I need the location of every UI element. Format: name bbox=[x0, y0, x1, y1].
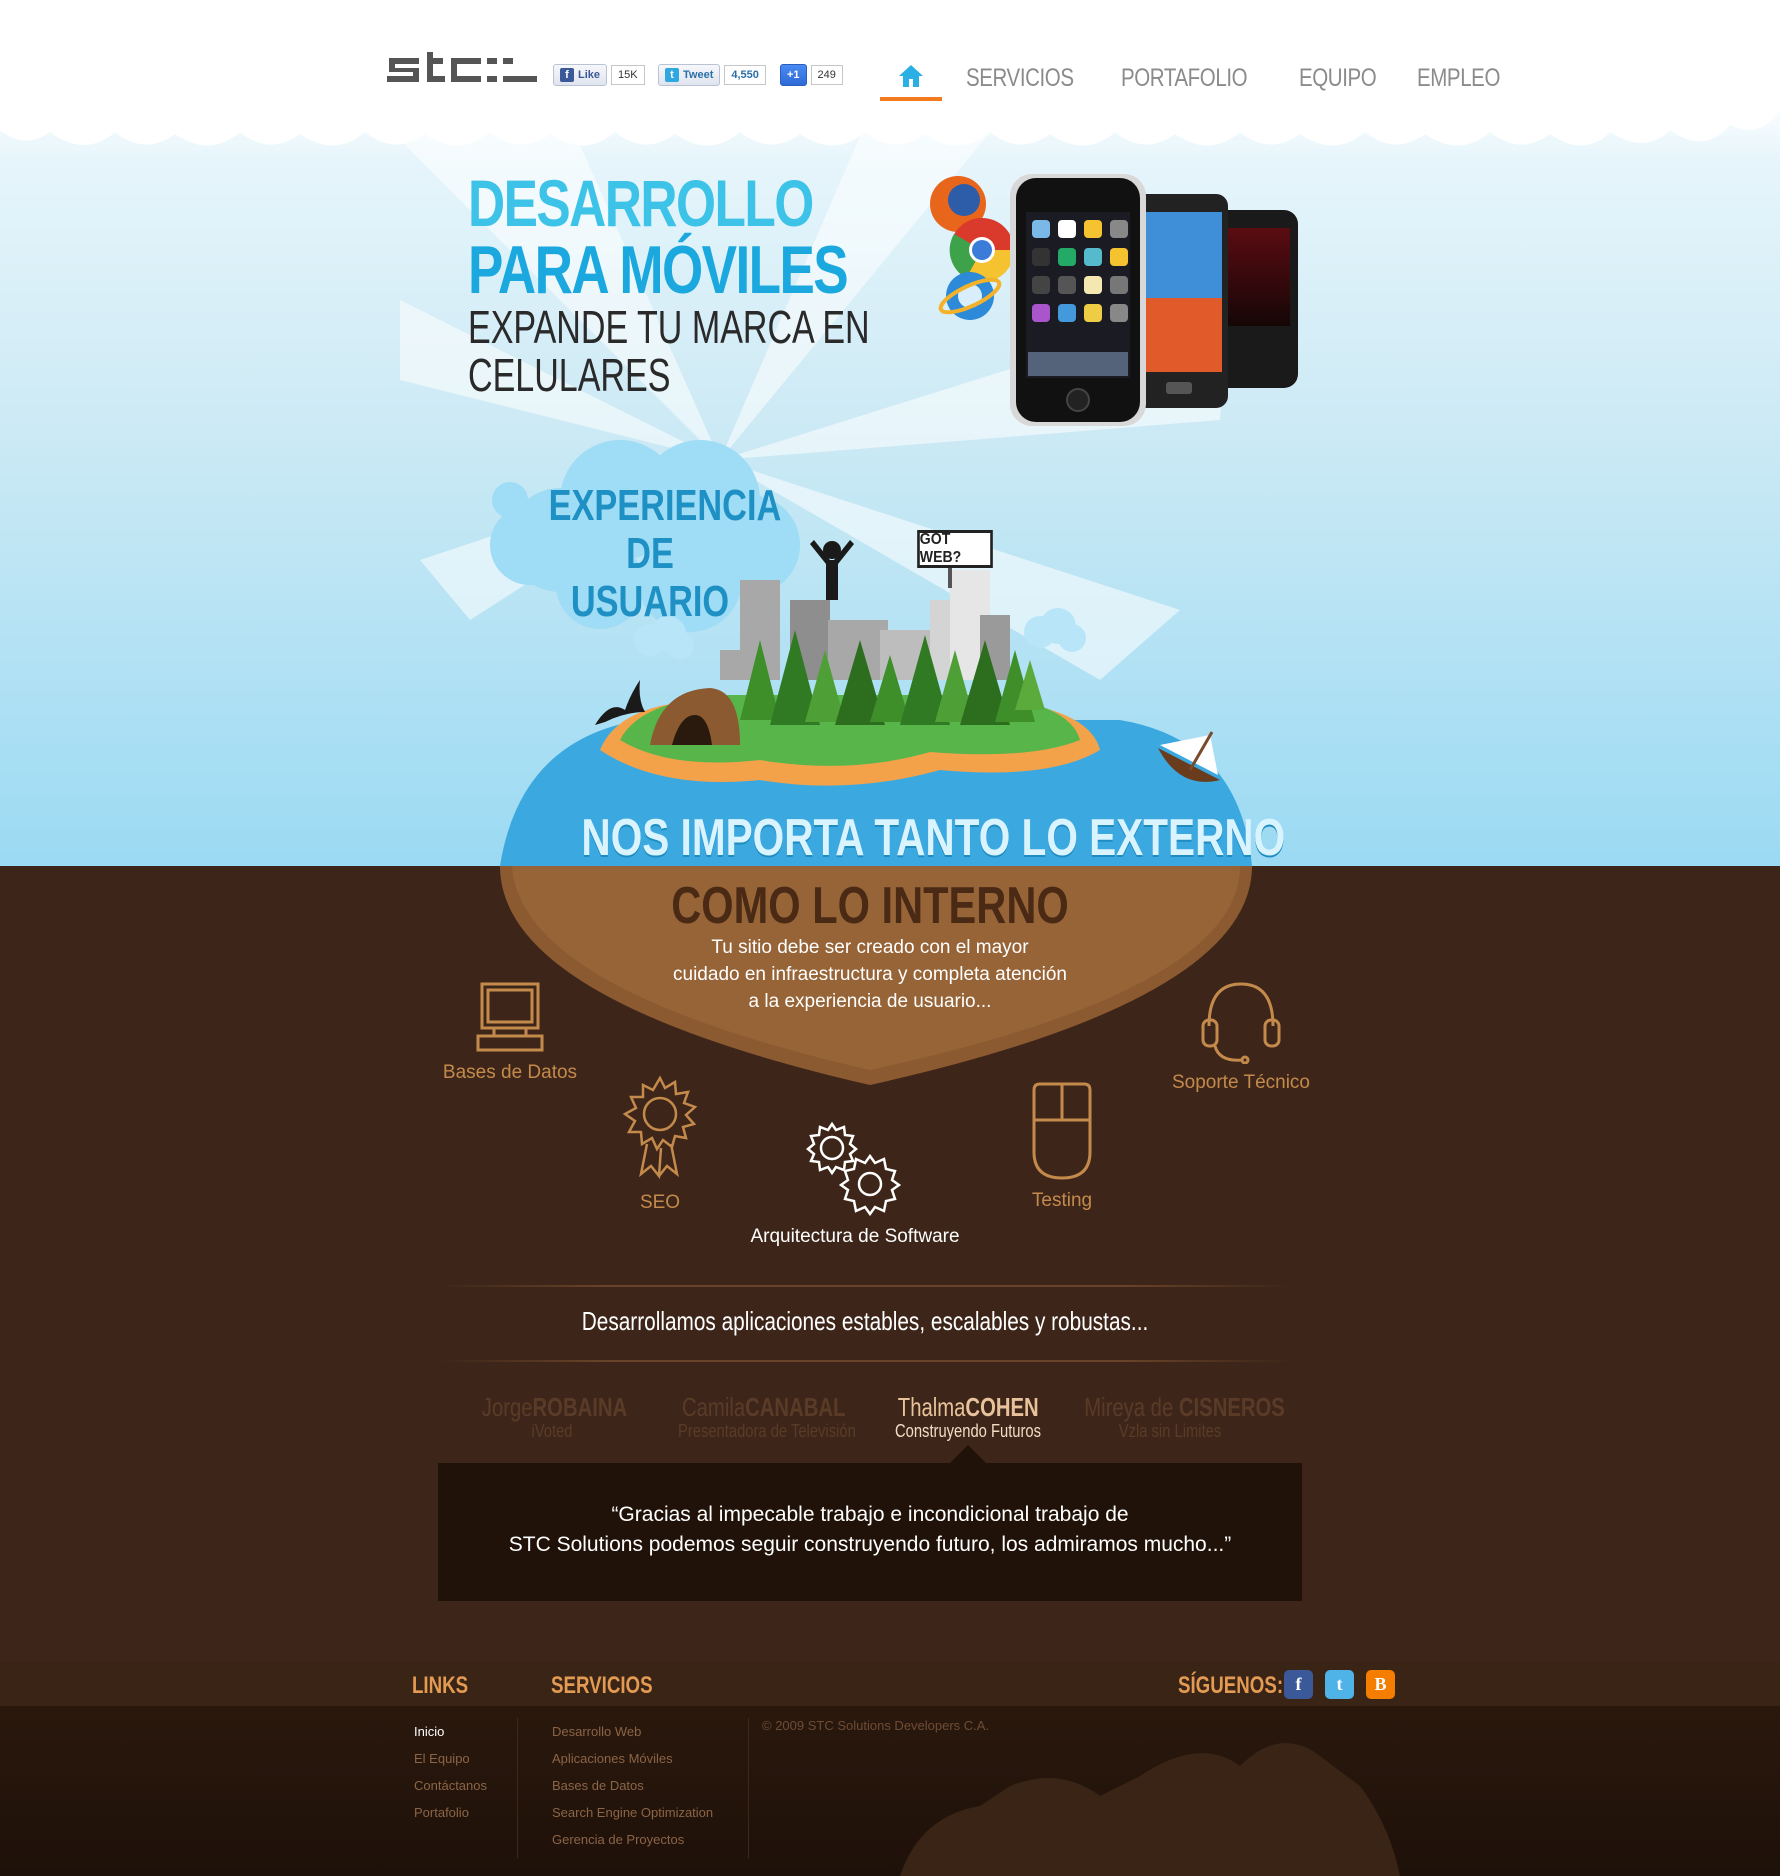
internal-title: COMO LO INTERNO bbox=[671, 877, 1069, 935]
person-figure bbox=[810, 540, 854, 600]
headset-icon bbox=[1201, 982, 1281, 1064]
footer-service-aplicaciones-moviles[interactable]: Aplicaciones Móviles bbox=[552, 1745, 713, 1772]
service-soporte-tecnico[interactable]: Soporte Técnico bbox=[1166, 978, 1316, 1094]
footer-separator bbox=[748, 1718, 749, 1858]
footer-services-heading: SERVICIOS bbox=[551, 1672, 653, 1699]
section-divider-bottom bbox=[440, 1360, 1290, 1362]
testimonial-tab-robaina[interactable]: JorgeROBAINA iVoted bbox=[462, 1392, 642, 1442]
footer-social-icons: f t B bbox=[1284, 1670, 1395, 1699]
footer-links-heading: LINKS bbox=[412, 1672, 469, 1699]
section-divider-top bbox=[440, 1285, 1290, 1287]
service-bases-de-datos[interactable]: Bases de Datos bbox=[440, 980, 580, 1084]
footer-link-contactanos[interactable]: Contáctanos bbox=[414, 1772, 487, 1799]
testimonial-quote: “Gracias al impecable trabajo e incondic… bbox=[508, 1503, 1232, 1556]
testimonial-tab-canabal[interactable]: CamilaCANABAL Presentadora de Televisión bbox=[660, 1392, 860, 1442]
ux-cloud-title: EXPERIENCIA DE USUARIO bbox=[548, 481, 782, 626]
quote-pointer bbox=[950, 1445, 986, 1463]
footer-service-seo[interactable]: Search Engine Optimization bbox=[552, 1799, 713, 1826]
external-title: NOS IMPORTA TANTO LO EXTERNO bbox=[581, 809, 1286, 867]
footer-service-bases-de-datos[interactable]: Bases de Datos bbox=[552, 1772, 713, 1799]
footer-service-desarrollo-web[interactable]: Desarrollo Web bbox=[552, 1718, 713, 1745]
award-ribbon-icon bbox=[622, 1075, 698, 1180]
footer-services-list: Desarrollo Web Aplicaciones Móviles Base… bbox=[552, 1718, 713, 1853]
facebook-icon[interactable]: f bbox=[1284, 1670, 1313, 1699]
internal-description: Tu sitio debe ser creado con el mayor cu… bbox=[673, 937, 1067, 1012]
footer-service-gerencia[interactable]: Gerencia de Proyectos bbox=[552, 1826, 713, 1853]
footer-link-portafolio[interactable]: Portafolio bbox=[414, 1799, 487, 1826]
testimonial-tab-cohen[interactable]: ThalmaCOHEN Construyendo Futuros bbox=[878, 1392, 1058, 1442]
follow-heading: SÍGUENOS: bbox=[1178, 1672, 1284, 1699]
footer-links-list: Inicio El Equipo Contáctanos Portafolio bbox=[414, 1718, 487, 1826]
footer-separator bbox=[517, 1718, 518, 1858]
footer-heading-band bbox=[0, 1662, 1780, 1706]
blogger-icon[interactable]: B bbox=[1366, 1670, 1395, 1699]
service-testing[interactable]: Testing bbox=[1012, 1082, 1112, 1212]
computer-icon bbox=[476, 982, 544, 1052]
footer-link-inicio[interactable]: Inicio bbox=[414, 1718, 487, 1745]
service-seo[interactable]: SEO bbox=[610, 1074, 710, 1214]
service-arquitectura-de-software[interactable]: Arquitectura de Software bbox=[740, 1118, 970, 1248]
footer-link-equipo[interactable]: El Equipo bbox=[414, 1745, 487, 1772]
twitter-icon[interactable]: t bbox=[1325, 1670, 1354, 1699]
tagline: Desarrollamos aplicaciones estables, esc… bbox=[581, 1306, 1149, 1336]
gears-icon bbox=[806, 1121, 902, 1217]
testimonial-tab-cisneros[interactable]: Mireya de CISNEROS Vzla sin Limites bbox=[1060, 1392, 1285, 1442]
mouse-icon bbox=[1032, 1082, 1092, 1180]
copyright: © 2009 STC Solutions Developers C.A. bbox=[762, 1718, 990, 1733]
got-web-sign: GOT WEB? bbox=[917, 530, 993, 568]
